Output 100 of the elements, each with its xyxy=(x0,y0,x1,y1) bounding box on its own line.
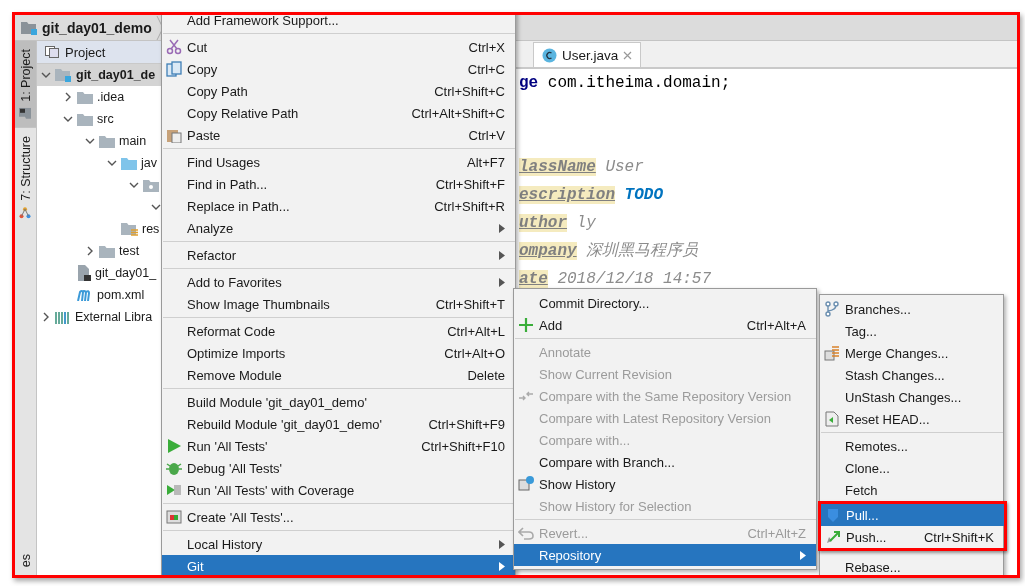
chevron-down-icon[interactable] xyxy=(129,180,139,190)
menu-item[interactable]: Clone... xyxy=(820,457,1003,479)
code-line: ompany 深圳黑马程序员 xyxy=(519,240,700,262)
menu-item[interactable]: Local History xyxy=(162,533,515,555)
coverage-icon xyxy=(166,482,182,498)
tree-label: pom.xml xyxy=(97,288,145,302)
menu-item[interactable]: Pull... xyxy=(821,504,1004,526)
menu-item[interactable]: Git xyxy=(162,555,515,575)
breadcrumb-label[interactable]: git_day01_demo xyxy=(42,19,152,36)
chevron-down-icon[interactable] xyxy=(63,114,73,124)
menu-item[interactable]: Run 'All Tests' Ctrl+Shift+F10 xyxy=(162,435,515,457)
copy-icon xyxy=(166,61,182,77)
shortcut-text: Ctrl+Alt+A xyxy=(746,317,806,333)
tree-row[interactable]: test xyxy=(37,240,161,262)
menu-item[interactable]: Remotes... xyxy=(820,435,1003,457)
chevron-right-icon[interactable] xyxy=(63,92,73,102)
menu-item[interactable]: Add Ctrl+Alt+A xyxy=(514,314,816,336)
tool-window-tab[interactable]: es xyxy=(15,545,36,575)
menu-item[interactable]: Fetch xyxy=(820,479,1003,501)
menu-item[interactable]: Repository xyxy=(514,544,816,566)
tool-window-tab[interactable]: 1: Project xyxy=(15,41,36,128)
tree-row[interactable]: git_day01_ xyxy=(37,262,161,284)
menu-item[interactable]: Show Image Thumbnails Ctrl+Shift+T xyxy=(162,293,515,315)
clipboard-icon xyxy=(166,127,182,143)
submenu-arrow-icon xyxy=(499,223,505,233)
menu-item[interactable]: Create 'All Tests'... xyxy=(162,506,515,528)
menu-item[interactable]: Copy Path Ctrl+Shift+C xyxy=(162,80,515,102)
pull-icon xyxy=(825,507,841,523)
menu-item[interactable]: Branches... xyxy=(820,298,1003,320)
merge-icon xyxy=(824,345,840,361)
menu-item[interactable]: Push... Ctrl+Shift+K xyxy=(821,526,1004,548)
menu-item[interactable]: Analyze xyxy=(162,217,515,239)
menu-item[interactable]: Show History xyxy=(514,473,816,495)
menu-item[interactable]: Build Module 'git_day01_demo' xyxy=(162,391,515,413)
tree-label: test xyxy=(119,244,140,258)
tool-window-tab[interactable]: 7: Structure xyxy=(15,127,36,227)
menu-item[interactable]: Merge Changes... xyxy=(820,342,1003,364)
menu-item[interactable]: Reformat Code Ctrl+Alt+L xyxy=(162,320,515,342)
chevron-down-icon[interactable] xyxy=(85,136,95,146)
chevron-down-icon[interactable] xyxy=(151,202,161,212)
tree-row[interactable]: src xyxy=(37,108,161,130)
chevron-down-icon[interactable] xyxy=(107,158,117,168)
folder-icon xyxy=(77,112,93,126)
menu-item[interactable]: Cut Ctrl+X xyxy=(162,36,515,58)
tree-row[interactable]: main xyxy=(37,130,161,152)
menu-item[interactable]: Add to Favorites xyxy=(162,271,515,293)
shortcut-text: Alt+F7 xyxy=(467,154,505,170)
chevron-down-icon[interactable] xyxy=(41,70,51,80)
shortcut-text: Ctrl+Shift+F xyxy=(435,176,505,192)
menu-item[interactable]: Copy Relative Path Ctrl+Alt+Shift+C xyxy=(162,102,515,124)
menu-item[interactable]: Copy Ctrl+C xyxy=(162,58,515,80)
tree-row[interactable]: jav xyxy=(37,152,161,174)
push-icon xyxy=(825,529,841,545)
menu-item[interactable]: Remove Module Delete xyxy=(162,364,515,386)
chevron-right-icon[interactable] xyxy=(85,246,95,256)
tree-label: git_day01_ xyxy=(95,266,157,280)
reset-icon xyxy=(824,411,840,427)
shortcut-text: Ctrl+Shift+T xyxy=(435,296,505,312)
submenu-arrow-icon xyxy=(499,250,505,260)
tree-row[interactable]: .idea xyxy=(37,86,161,108)
menu-item[interactable]: Optimize Imports Ctrl+Alt+O xyxy=(162,342,515,364)
menu-item[interactable]: Replace in Path... Ctrl+Shift+R xyxy=(162,195,515,217)
menu-item[interactable]: Find Usages Alt+F7 xyxy=(162,151,515,173)
tree-row[interactable]: pom.xml xyxy=(37,284,161,306)
menu-item[interactable]: UnStash Changes... xyxy=(820,386,1003,408)
close-icon[interactable] xyxy=(623,50,633,60)
module-file-icon xyxy=(77,265,91,281)
shortcut-text: Delete xyxy=(467,367,505,383)
menu-item[interactable]: Compare with Branch... xyxy=(514,451,816,473)
menu-item[interactable]: Run 'All Tests' with Coverage xyxy=(162,479,515,501)
tree-label: External Libra xyxy=(75,310,153,324)
folder-icon xyxy=(77,90,93,104)
menu-item[interactable]: Paste Ctrl+V xyxy=(162,124,515,146)
shortcut-text: Ctrl+Shift+C xyxy=(434,83,505,99)
chevron-right-icon[interactable] xyxy=(41,312,51,322)
shortcut-text: Ctrl+Shift+R xyxy=(434,198,505,214)
project-view-icon xyxy=(45,46,59,58)
menu-item[interactable]: Debug 'All Tests' xyxy=(162,457,515,479)
editor-tab[interactable]: User.java xyxy=(533,42,642,67)
folder-icon xyxy=(99,134,115,148)
menu-item[interactable]: Reset HEAD... xyxy=(820,408,1003,430)
maven-file-icon xyxy=(77,289,93,301)
menu-item[interactable]: Refactor xyxy=(162,244,515,266)
scissors-icon xyxy=(166,39,182,55)
code-line: uthor ly xyxy=(519,213,597,234)
history-icon xyxy=(518,476,534,492)
menu-item[interactable]: Commit Directory... xyxy=(514,292,816,314)
submenu-arrow-icon xyxy=(499,539,505,549)
submenu-arrow-icon xyxy=(499,277,505,287)
shortcut-text: Ctrl+Alt+Z xyxy=(747,525,806,541)
menu-item[interactable]: Rebase... xyxy=(820,556,1003,575)
menu-item[interactable]: Rebuild Module 'git_day01_demo' Ctrl+Shift+F9 xyxy=(162,413,515,435)
folder-icon xyxy=(19,107,32,120)
menu-item[interactable]: Find in Path... Ctrl+Shift+F xyxy=(162,173,515,195)
menu-item[interactable]: Tag... xyxy=(820,320,1003,342)
menu-item[interactable]: Stash Changes... xyxy=(820,364,1003,386)
tree-row[interactable]: External Libra xyxy=(37,306,161,328)
menu-item[interactable]: Add Framework Support... xyxy=(162,15,515,31)
tree-row[interactable]: res xyxy=(37,218,161,240)
tree-row[interactable]: git_day01_de xyxy=(37,64,161,86)
